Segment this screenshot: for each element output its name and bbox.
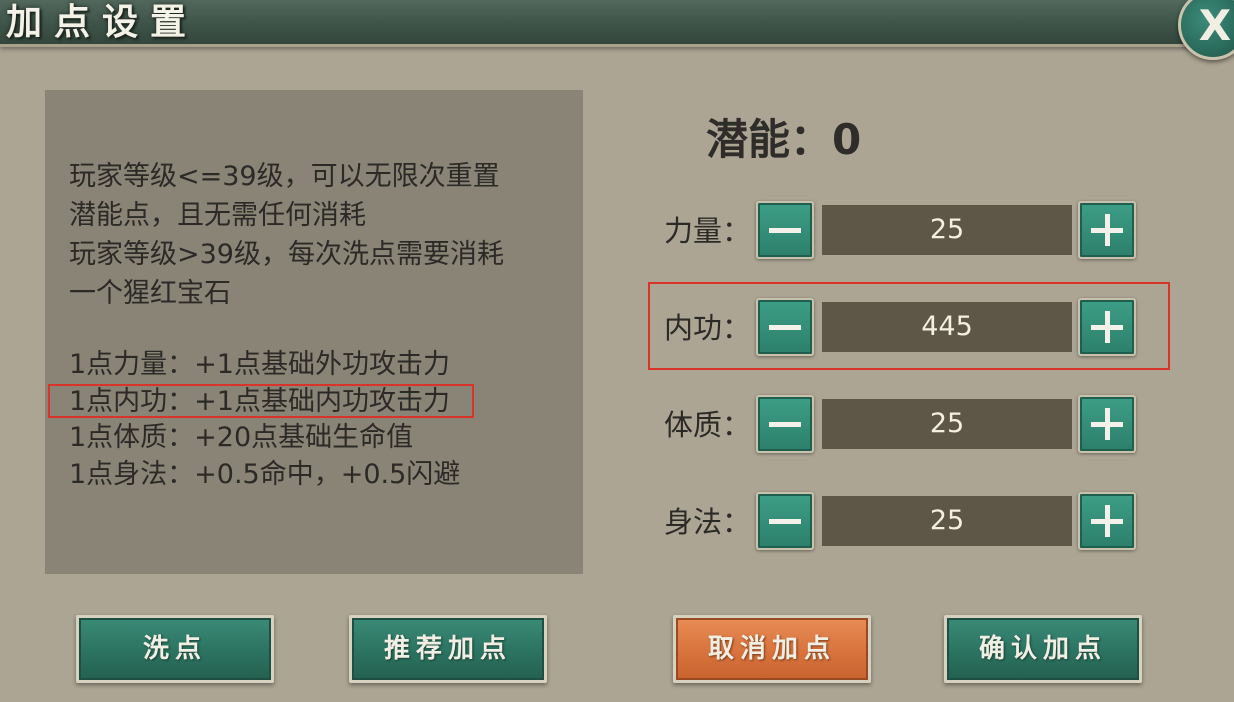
potential-points: 潜能：0 bbox=[706, 115, 862, 164]
stat-value: 25 bbox=[822, 496, 1072, 546]
description-line: 玩家等级<=39级，可以无限次重置 bbox=[69, 161, 500, 192]
decrease-constitution-button[interactable] bbox=[756, 395, 814, 453]
close-button[interactable]: X bbox=[1178, 0, 1234, 60]
stat-rules: 1点力量：+1点基础外功攻击力 1点内功：+1点基础内功攻击力 1点体质：+20… bbox=[69, 347, 569, 493]
increase-constitution-button[interactable] bbox=[1078, 395, 1136, 453]
close-icon: X bbox=[1198, 1, 1232, 50]
confirm-points-button[interactable]: 确认加点 bbox=[944, 615, 1142, 683]
description-line: 一个猩红宝石 bbox=[69, 278, 231, 309]
increase-agility-button[interactable] bbox=[1078, 492, 1136, 550]
minus-icon bbox=[769, 228, 801, 233]
title-bar: 加点设置 bbox=[0, 0, 1234, 47]
stat-row-constitution: 体质： 25 bbox=[664, 393, 1144, 457]
stat-label: 力量： bbox=[664, 214, 752, 248]
stat-row-agility: 身法： 25 bbox=[664, 490, 1144, 554]
stat-row-strength: 力量： 25 bbox=[664, 199, 1144, 263]
stat-value: 25 bbox=[822, 399, 1072, 449]
stat-label: 身法： bbox=[664, 505, 752, 539]
stat-value: 25 bbox=[822, 205, 1072, 255]
stat-highlight-box bbox=[648, 282, 1170, 370]
rule-highlight-box bbox=[48, 384, 474, 418]
reset-description: 玩家等级<=39级，可以无限次重置 潜能点，且无需任何消耗 玩家等级>39级，每… bbox=[69, 157, 569, 313]
cancel-points-button[interactable]: 取消加点 bbox=[673, 615, 871, 683]
rule-constitution: 1点体质：+20点基础生命值 bbox=[69, 422, 414, 453]
rule-agility: 1点身法：+0.5命中，+0.5闪避 bbox=[69, 458, 461, 490]
reset-points-button[interactable]: 洗点 bbox=[76, 615, 274, 683]
description-line: 潜能点，且无需任何消耗 bbox=[69, 200, 366, 231]
stat-label: 体质： bbox=[664, 408, 752, 442]
recommend-points-button[interactable]: 推荐加点 bbox=[349, 615, 547, 683]
info-panel: 玩家等级<=39级，可以无限次重置 潜能点，且无需任何消耗 玩家等级>39级，每… bbox=[45, 90, 583, 574]
minus-icon bbox=[769, 519, 801, 524]
decrease-strength-button[interactable] bbox=[756, 201, 814, 259]
decrease-agility-button[interactable] bbox=[756, 492, 814, 550]
window-title: 加点设置 bbox=[6, 1, 199, 43]
description-line: 玩家等级>39级，每次洗点需要消耗 bbox=[69, 239, 504, 270]
rule-strength: 1点力量：+1点基础外功攻击力 bbox=[69, 349, 450, 380]
increase-strength-button[interactable] bbox=[1078, 201, 1136, 259]
minus-icon bbox=[769, 422, 801, 427]
